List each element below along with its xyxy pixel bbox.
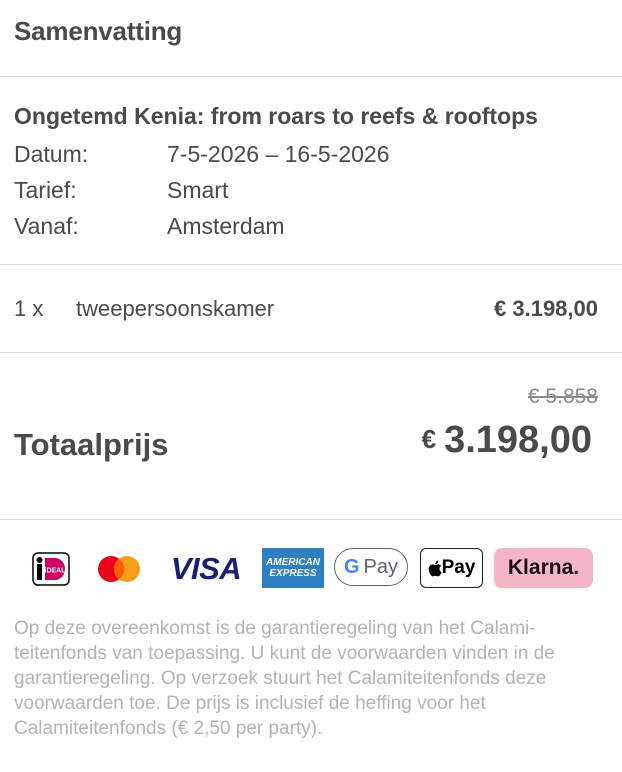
ideal-icon: iDEAL (32, 548, 70, 590)
disclaimer-text: Op deze overeenkomst is de garantieregel… (14, 618, 555, 739)
original-price: € 5.858 (527, 385, 598, 408)
date-row: Datum: 7-5-2026 – 16-5-2026 (14, 136, 608, 172)
google-g: G (343, 555, 360, 578)
apple-pay-icon: Pay (420, 548, 483, 588)
google-pay-text: Pay (363, 555, 399, 578)
mastercard-icon (96, 548, 142, 590)
fare-label: Tarief: (14, 177, 77, 203)
klarna-icon: Klarna. (494, 548, 593, 588)
date-value: 7-5-2026 – 16-5-2026 (167, 141, 390, 167)
payment-methods: iDEAL VISA AMERICAN EXPRESS G Pay Pay Kla… (0, 548, 622, 590)
klarna-text: Klarna. (507, 556, 580, 579)
page-title: Samenvatting (14, 16, 183, 46)
ideal-text: iDEAL (45, 568, 67, 575)
visa-text: VISA (170, 551, 242, 586)
summary-header: Samenvatting (0, 0, 622, 77)
fare-value: Smart (167, 177, 229, 203)
line-item-description: tweepersoonskamer (76, 295, 275, 321)
date-label: Datum: (14, 141, 89, 167)
visa-icon: VISA (168, 548, 244, 590)
line-item-qty: 1 x (14, 295, 44, 321)
apple-pay-text: Pay (441, 557, 476, 578)
departure-value: Amsterdam (167, 213, 285, 239)
trip-details: Ongetemd Kenia: from roars to reefs & ro… (0, 77, 622, 265)
amex-line-1: AMERICAN (266, 557, 320, 568)
total-currency: € (421, 424, 437, 454)
total-label: Totaalprijs (14, 427, 169, 462)
apple-logo-icon (428, 560, 442, 576)
fare-row: Tarief: Smart (14, 172, 608, 208)
total-section: € 5.858 Totaalprijs €3.198,00 (0, 353, 622, 520)
departure-row: Vanaf: Amsterdam (14, 208, 608, 244)
total-amount: 3.198,00 (444, 419, 592, 461)
total-price: €3.198,00 (422, 419, 592, 462)
amex-line-2: EXPRESS (269, 568, 317, 579)
line-item: 1 x tweepersoonskamer € 3.198,00 (0, 265, 622, 353)
departure-label: Vanaf: (14, 213, 79, 239)
google-pay-icon: G Pay (334, 548, 408, 586)
amex-icon: AMERICAN EXPRESS (262, 548, 324, 588)
trip-title: Ongetemd Kenia: from roars to reefs & ro… (14, 103, 538, 129)
line-item-price: € 3.198,00 (494, 295, 598, 321)
